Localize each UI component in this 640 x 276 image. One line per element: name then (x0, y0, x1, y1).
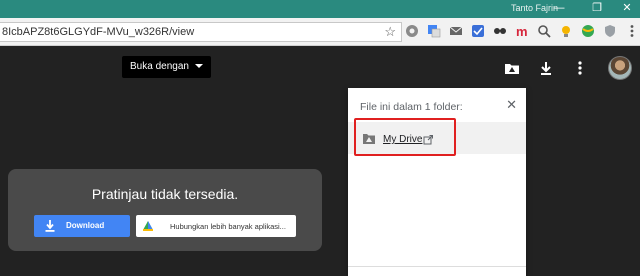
shield-icon[interactable] (602, 23, 618, 39)
window-title-bar: Tanto Fajrin — ❐ ✕ (0, 0, 640, 18)
minimize-button[interactable]: — (548, 1, 570, 16)
close-window-button[interactable]: ✕ (616, 1, 638, 16)
mail-icon[interactable] (448, 23, 464, 39)
open-with-label: Buka dengan (130, 61, 189, 72)
download-icon[interactable] (538, 60, 554, 76)
globe-icon[interactable] (580, 23, 596, 39)
url-text[interactable]: 8IcbAPZ8t6GLGYdF-MVu_w326R/view (2, 26, 194, 38)
download-icon (45, 220, 55, 232)
translate-icon[interactable] (426, 23, 442, 39)
search-icon[interactable] (536, 23, 552, 39)
caret-down-icon (194, 64, 203, 69)
more-vert-icon[interactable] (572, 60, 588, 76)
connect-apps-button[interactable]: Hubungkan lebih banyak aplikasi... (136, 215, 296, 237)
glasses-icon[interactable] (492, 23, 508, 39)
connect-apps-label: Hubungkan lebih banyak aplikasi... (170, 222, 286, 231)
open-with-button[interactable]: Buka dengan (122, 56, 211, 78)
address-bar[interactable]: 8IcbAPZ8t6GLGYdF-MVu_w326R/view ☆ (0, 22, 402, 42)
m-logo-icon[interactable]: m (514, 23, 530, 39)
svg-text:m: m (516, 24, 528, 38)
download-label: Download (66, 221, 105, 230)
close-icon[interactable]: ✕ (506, 97, 517, 113)
preview-unavailable-text: Pratinjau tidak tersedia. (91, 186, 239, 202)
bulb-icon[interactable] (558, 23, 574, 39)
refresh-circle-icon[interactable] (404, 23, 420, 39)
add-to-drive-icon[interactable] (504, 60, 520, 76)
account-avatar[interactable] (608, 56, 632, 80)
preview-card: Pratinjau tidak tersedia. Download Hubun… (8, 169, 322, 251)
menu-dots-icon[interactable] (624, 23, 640, 39)
panel-divider (348, 266, 526, 267)
folder-details-panel: File ini dalam 1 folder: ✕ My Drive (348, 88, 526, 276)
annotation-highlight-box (354, 118, 456, 156)
checklist-icon[interactable] (470, 23, 486, 39)
bookmark-star-icon[interactable]: ☆ (384, 24, 396, 40)
panel-heading: File ini dalam 1 folder: (360, 101, 463, 113)
apps-icon (143, 221, 153, 231)
download-button[interactable]: Download (34, 215, 130, 237)
restore-button[interactable]: ❐ (586, 1, 608, 16)
